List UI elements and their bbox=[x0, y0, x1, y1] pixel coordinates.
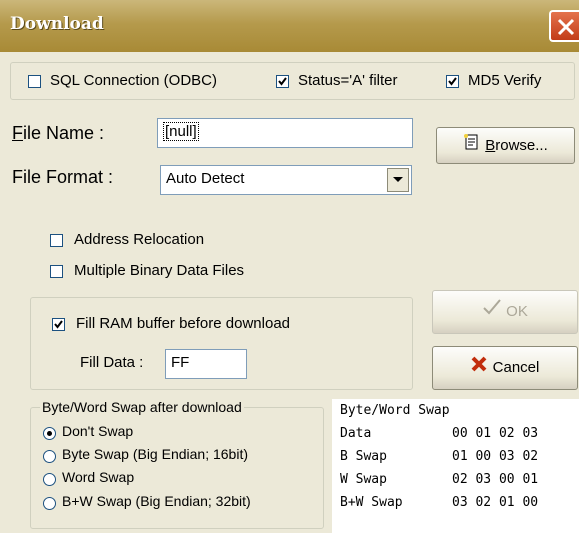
file-name-label: File Name : bbox=[12, 123, 105, 143]
status-filter-checkbox[interactable] bbox=[276, 75, 289, 88]
browse-icon bbox=[463, 129, 481, 164]
radio-byte-swap-label: Byte Swap (Big Endian; 16bit) bbox=[62, 446, 248, 462]
sql-connection-label: SQL Connection (ODBC) bbox=[50, 72, 218, 89]
status-filter-label: Status='A' filter bbox=[298, 72, 398, 89]
fill-data-input[interactable]: FF bbox=[165, 349, 247, 379]
swap-row-values: 03 02 01 00 bbox=[452, 495, 539, 510]
file-format-label: File Format : bbox=[12, 167, 114, 187]
file-name-input[interactable]: [null] bbox=[157, 118, 413, 148]
cancel-x-icon bbox=[471, 347, 487, 389]
swap-row-label: B+W Swap bbox=[340, 495, 403, 510]
sql-connection-checkbox[interactable] bbox=[28, 75, 41, 88]
browse-button[interactable]: Browse... bbox=[436, 127, 575, 164]
radio-byte-swap[interactable] bbox=[43, 450, 56, 463]
dropdown-button[interactable] bbox=[387, 168, 409, 192]
download-dialog: Download SQL Connection (ODBC) Status='A… bbox=[0, 0, 579, 533]
swap-group-legend: Byte/Word Swap after download bbox=[40, 399, 244, 415]
radio-bw-swap-label: B+W Swap (Big Endian; 32bit) bbox=[62, 493, 251, 509]
address-relocation-checkbox[interactable] bbox=[50, 234, 63, 247]
title-bar[interactable]: Download bbox=[0, 0, 579, 52]
md5-verify-checkbox[interactable] bbox=[446, 75, 459, 88]
md5-verify-label: MD5 Verify bbox=[468, 72, 542, 89]
file-format-select[interactable]: Auto Detect bbox=[160, 165, 412, 195]
fill-ram-label: Fill RAM buffer before download bbox=[76, 315, 290, 332]
chevron-down-icon bbox=[393, 177, 403, 182]
swap-row-label: B Swap bbox=[340, 449, 387, 464]
close-button[interactable] bbox=[549, 10, 579, 42]
multiple-binary-checkbox[interactable] bbox=[50, 265, 63, 278]
check-icon bbox=[482, 291, 502, 333]
address-relocation-label: Address Relocation bbox=[74, 231, 205, 248]
radio-bw-swap[interactable] bbox=[43, 497, 56, 510]
file-format-value: Auto Detect bbox=[166, 170, 245, 187]
swap-row-values: 02 03 00 01 bbox=[452, 472, 539, 487]
radio-word-swap[interactable] bbox=[43, 473, 56, 486]
cancel-button[interactable]: Cancel bbox=[432, 346, 578, 390]
radio-dont-swap[interactable] bbox=[43, 427, 56, 440]
swap-row-label: Data bbox=[340, 426, 372, 441]
swap-row-values: 00 01 02 03 bbox=[452, 426, 539, 441]
ok-button[interactable]: OK bbox=[432, 290, 578, 334]
fill-ram-checkbox[interactable] bbox=[52, 318, 65, 331]
swap-row-values: 01 00 03 02 bbox=[452, 449, 539, 464]
window-title: Download bbox=[10, 14, 104, 34]
multiple-binary-label: Multiple Binary Data Files bbox=[74, 262, 245, 279]
radio-word-swap-label: Word Swap bbox=[62, 469, 135, 485]
swap-table-panel: Byte/Word Swap Data 00 01 02 03 B Swap 0… bbox=[332, 399, 579, 533]
swap-table-title: Byte/Word Swap bbox=[340, 403, 450, 418]
close-icon bbox=[557, 18, 575, 36]
swap-row-label: W Swap bbox=[340, 472, 387, 487]
fill-data-label: Fill Data : bbox=[80, 354, 144, 371]
radio-dont-swap-label: Don't Swap bbox=[62, 423, 134, 439]
